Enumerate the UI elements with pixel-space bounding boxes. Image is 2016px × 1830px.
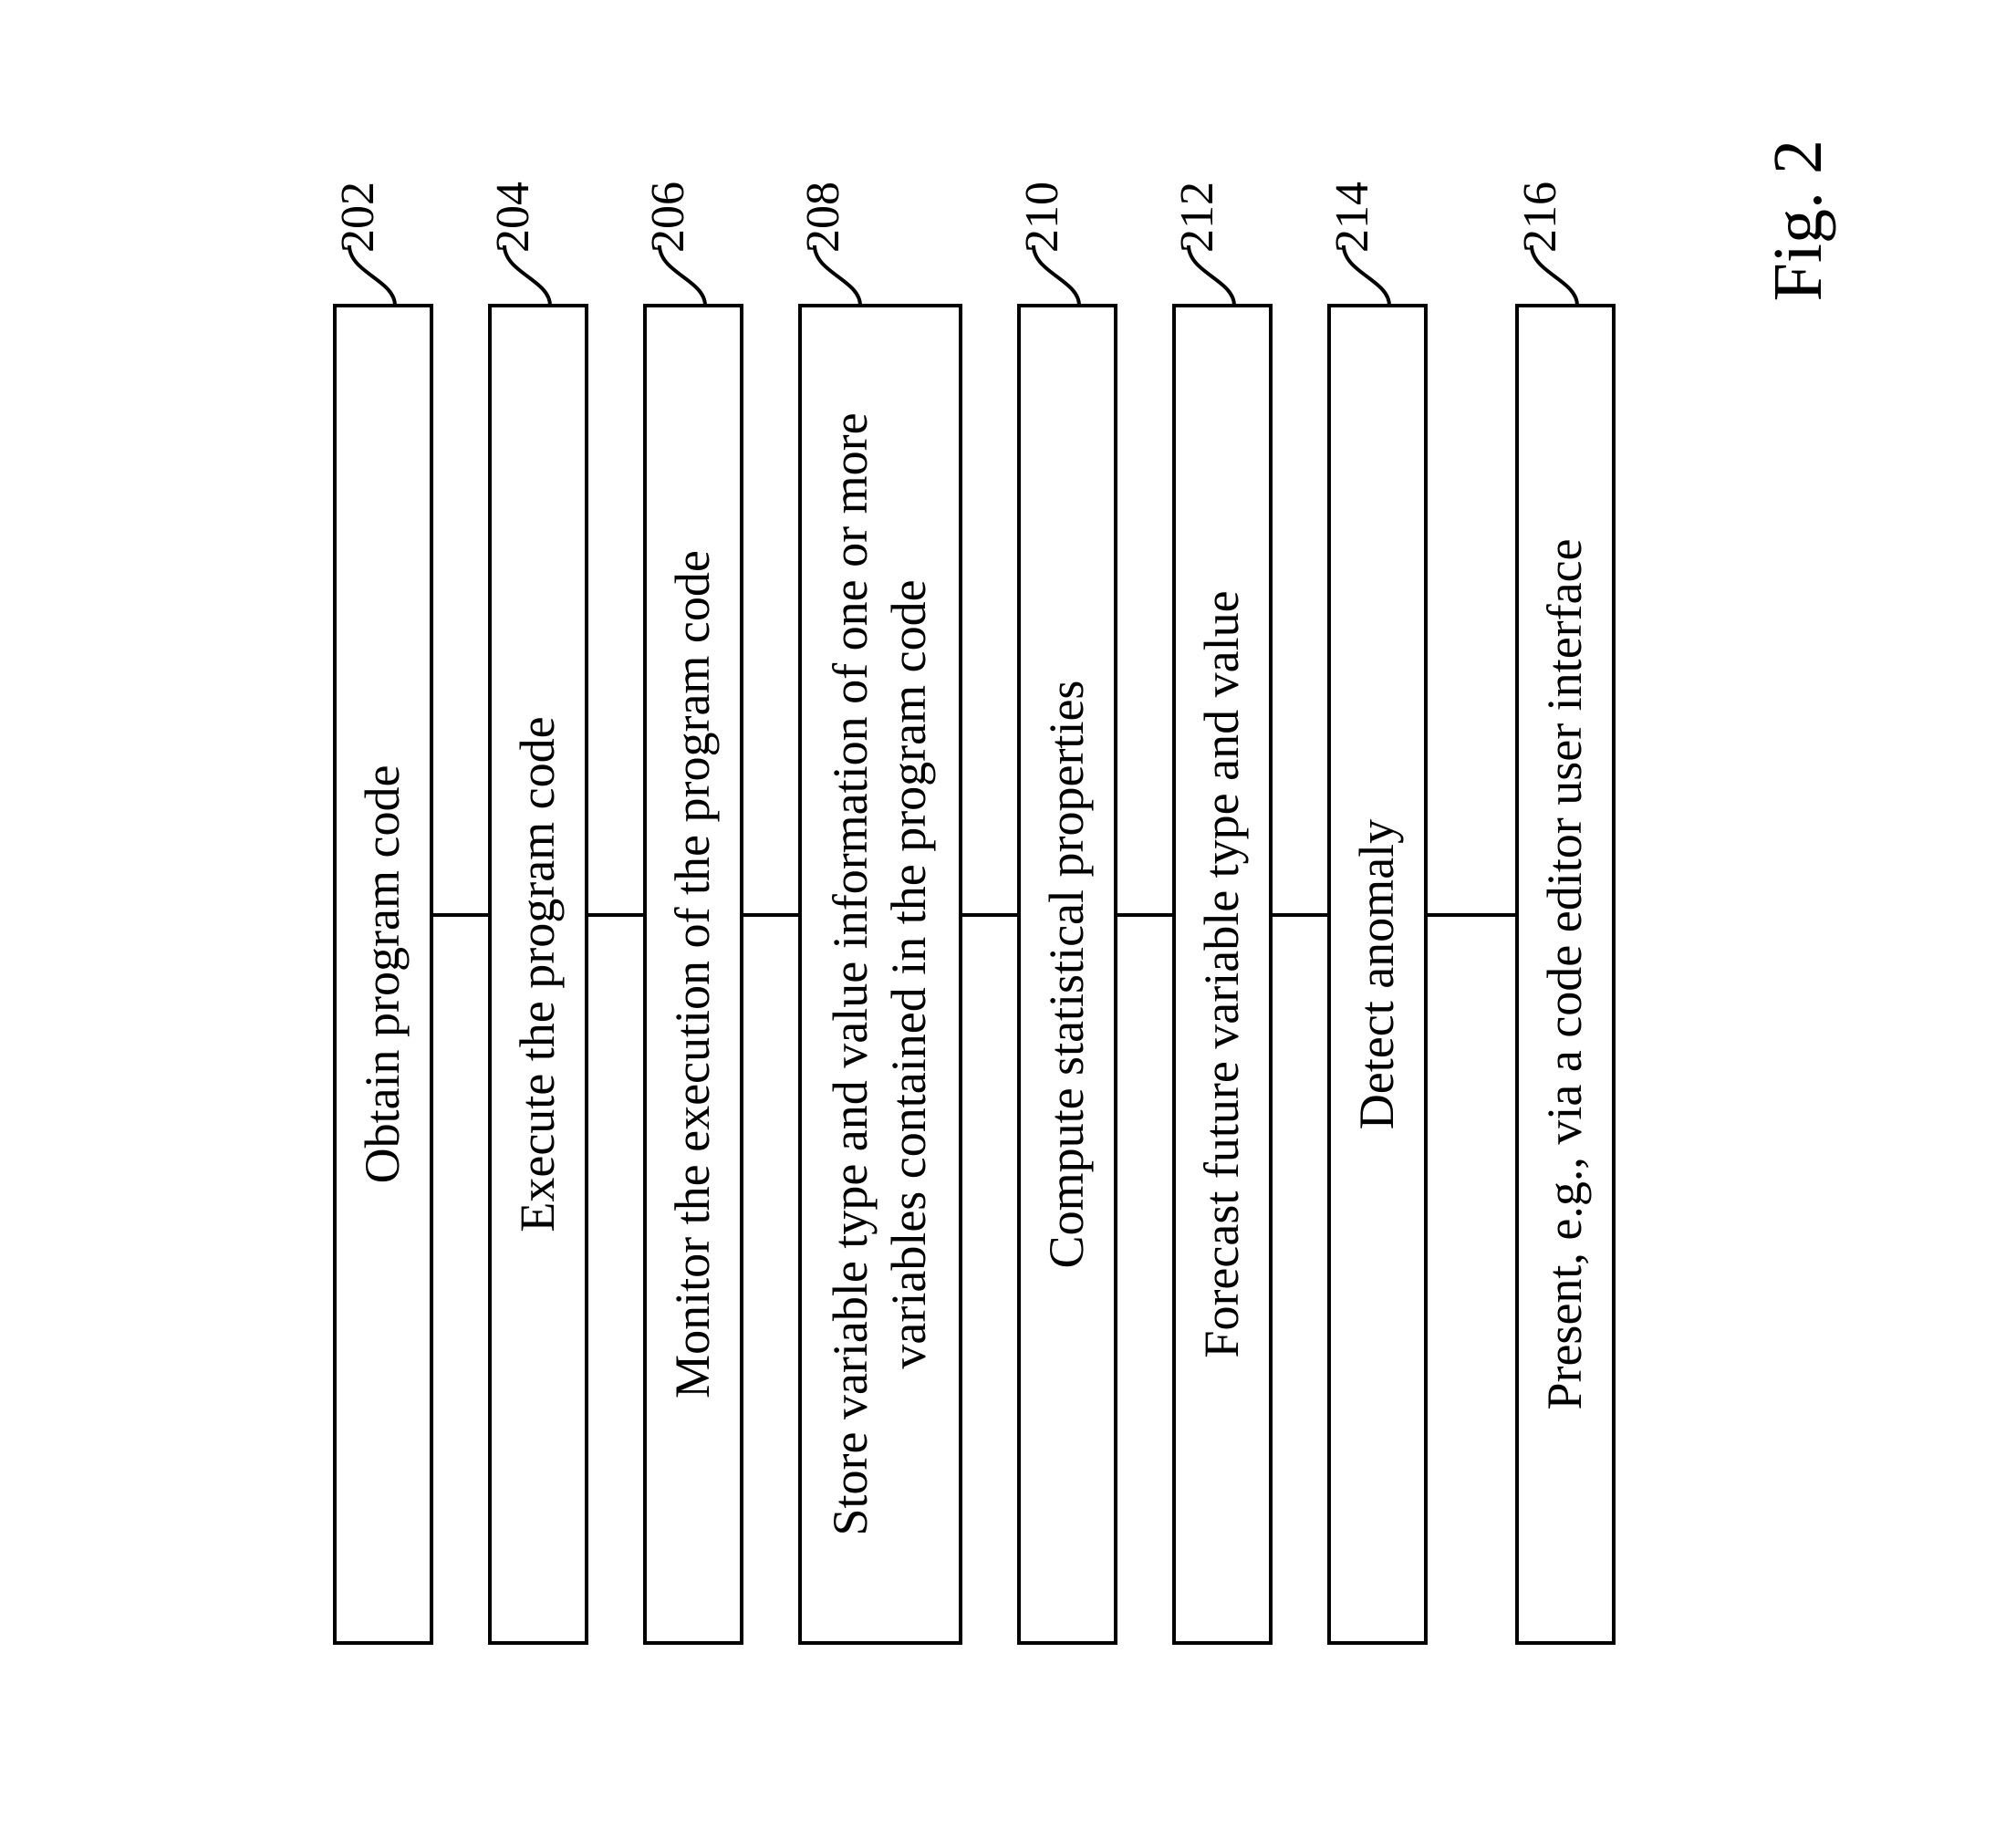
- rotated-canvas: Obtain program code 202 Execute the progra…: [141, 85, 1875, 1745]
- flow-connector: [1117, 913, 1172, 917]
- flow-connector: [743, 913, 798, 917]
- flow-step-box: Compute statistical properties: [1017, 304, 1117, 1645]
- flow-step: Compute statistical properties 210: [1017, 185, 1117, 1645]
- flow-step-box: Store variable type and value informatio…: [798, 304, 962, 1645]
- flow-step: Store variable type and value informatio…: [798, 185, 962, 1645]
- flow-step-number: 210: [1015, 182, 1069, 253]
- flow-step-number: 216: [1513, 182, 1567, 253]
- flow-step-box: Detect anomaly: [1327, 304, 1428, 1645]
- flow-step: Execute the program code 204: [488, 185, 588, 1645]
- flow-step-number: 208: [796, 182, 850, 253]
- flow-step: Obtain program code 202: [333, 185, 433, 1645]
- flow-connector: [588, 913, 643, 917]
- flow-step-number: 206: [641, 182, 695, 253]
- flow-step-number: 202: [331, 182, 385, 253]
- flow-connector: [433, 913, 488, 917]
- flow-step-number: 204: [486, 182, 540, 253]
- leader-curve-icon: [807, 244, 862, 307]
- leader-curve-icon: [1336, 244, 1391, 307]
- flow-connector: [1428, 913, 1515, 917]
- leader-curve-icon: [652, 244, 707, 307]
- flow-step: Monitor the execution of the program cod…: [643, 185, 743, 1645]
- flow-step-box: Forecast future variable type and value: [1172, 304, 1273, 1645]
- leader-curve-icon: [1524, 244, 1579, 307]
- leader-curve-icon: [1181, 244, 1236, 307]
- leader-curve-icon: [1026, 244, 1081, 307]
- page: Obtain program code 202 Execute the progra…: [0, 0, 2016, 1830]
- flow-step: Forecast future variable type and value 2…: [1172, 185, 1273, 1645]
- flow-step: Present, e.g., via a code editor user in…: [1515, 185, 1616, 1645]
- figure-label: Fig. 2: [1759, 140, 1838, 301]
- flow-step-number: 212: [1170, 182, 1224, 253]
- flow-step: Detect anomaly 214: [1327, 185, 1428, 1645]
- leader-curve-icon: [342, 244, 397, 307]
- flow-connector: [962, 913, 1017, 917]
- flowchart: Obtain program code 202 Execute the progra…: [333, 185, 1616, 1645]
- flow-step-box: Monitor the execution of the program cod…: [643, 304, 743, 1645]
- flow-connector: [1273, 913, 1327, 917]
- flow-step-box: Execute the program code: [488, 304, 588, 1645]
- flow-step-box: Present, e.g., via a code editor user in…: [1515, 304, 1616, 1645]
- flow-step-number: 214: [1325, 182, 1379, 253]
- flow-step-box: Obtain program code: [333, 304, 433, 1645]
- leader-curve-icon: [497, 244, 552, 307]
